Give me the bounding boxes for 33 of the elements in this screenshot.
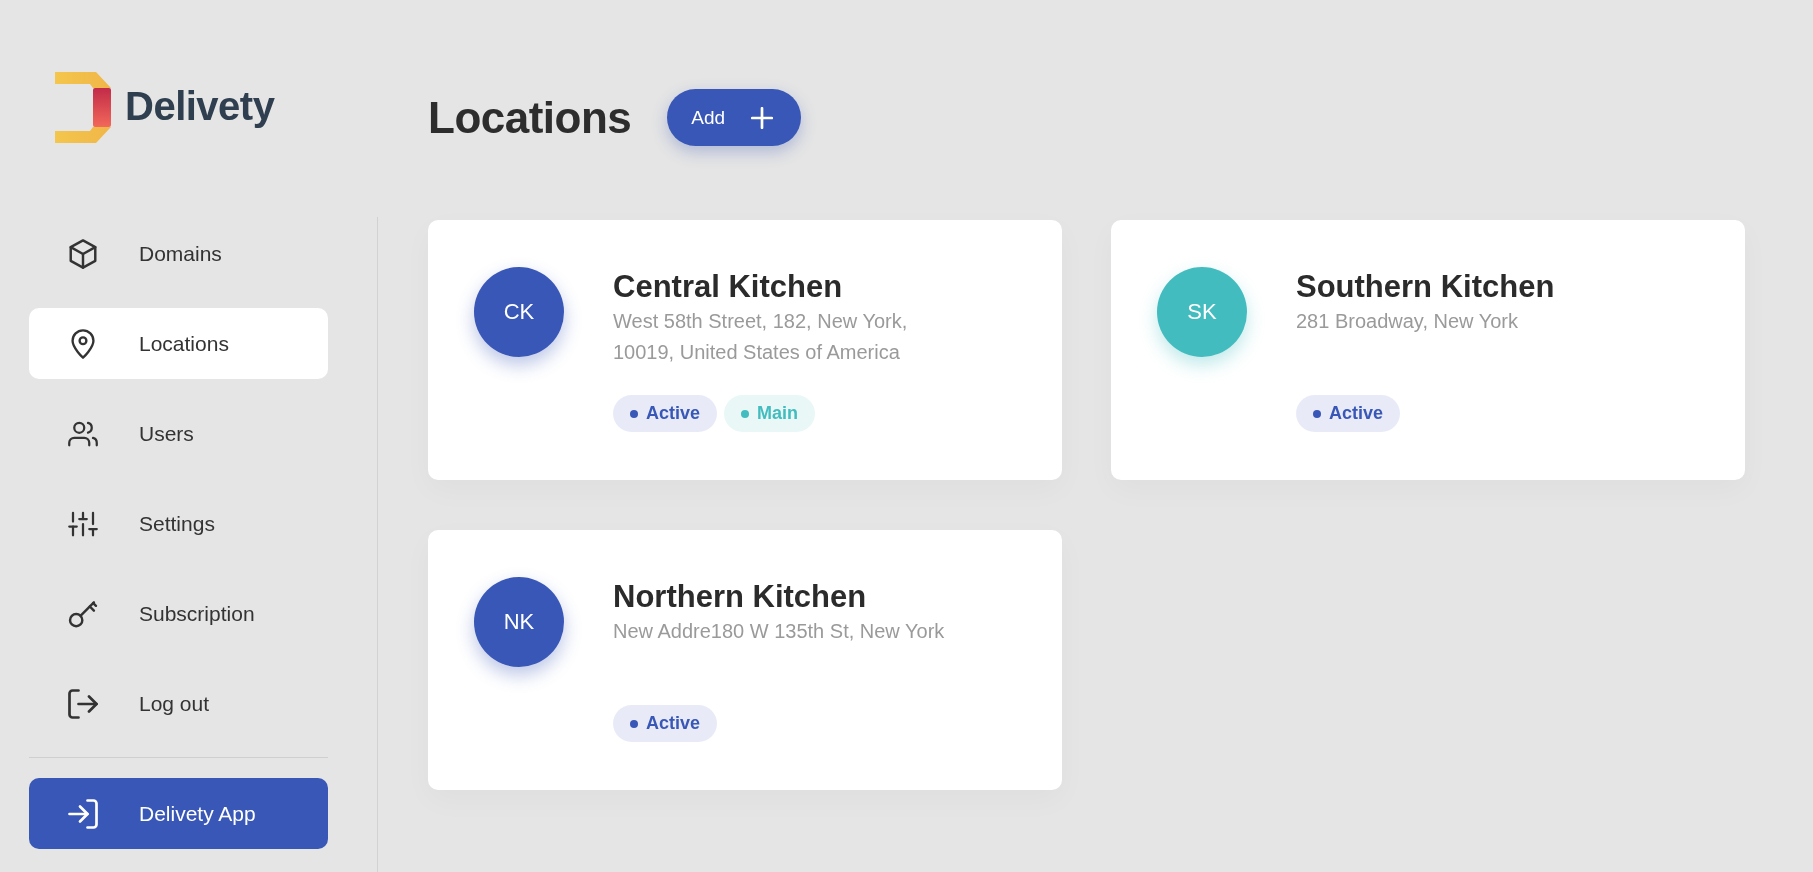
cube-icon	[68, 238, 98, 269]
location-name: Southern Kitchen	[1296, 268, 1555, 306]
add-button[interactable]: Add	[667, 89, 802, 146]
app-button[interactable]: Delivety App	[29, 778, 328, 849]
status-label: Main	[757, 403, 799, 424]
avatar: CK	[474, 267, 564, 357]
avatar: SK	[1157, 267, 1247, 357]
location-card[interactable]: CK Central Kitchen West 58th Street, 182, New York, 10019, United States of America Active Main	[428, 220, 1062, 480]
page-title: Locations	[428, 92, 632, 143]
sidebar-item[interactable]: Subscription	[29, 578, 328, 649]
status-label: Active	[646, 713, 701, 734]
status-label: Active	[1329, 403, 1384, 424]
location-address: 281 Broadway, New York	[1296, 309, 1518, 334]
location-card[interactable]: NK Northern Kitchen New Addre180 W 135th St, New York Active	[428, 530, 1062, 790]
location-address: New Addre180 W 135th St, New York	[613, 619, 945, 644]
sidebar-item[interactable]: Log out	[29, 668, 328, 739]
status-label: Active	[646, 403, 701, 424]
brand-name: Delivety	[125, 84, 275, 129]
location-address: West 58th Street, 182, New York, 10019, United States of America	[613, 309, 909, 365]
login-icon	[68, 798, 98, 829]
sidebar-item[interactable]: Domains	[29, 218, 328, 289]
logout-icon	[68, 688, 98, 719]
sidebar-item[interactable]: Settings	[29, 488, 328, 559]
location-name: Northern Kitchen	[613, 578, 867, 616]
plus-icon	[751, 106, 774, 129]
location-name: Central Kitchen	[613, 268, 843, 306]
logo-icon	[55, 72, 111, 143]
key-icon	[68, 598, 98, 629]
sidebar-item[interactable]: Locations	[29, 308, 328, 379]
location-card[interactable]: SK Southern Kitchen 281 Broadway, New York Active	[1111, 220, 1745, 480]
map-pin-icon	[68, 328, 98, 359]
sidebar-item[interactable]: Users	[29, 398, 328, 469]
avatar: NK	[474, 577, 564, 667]
